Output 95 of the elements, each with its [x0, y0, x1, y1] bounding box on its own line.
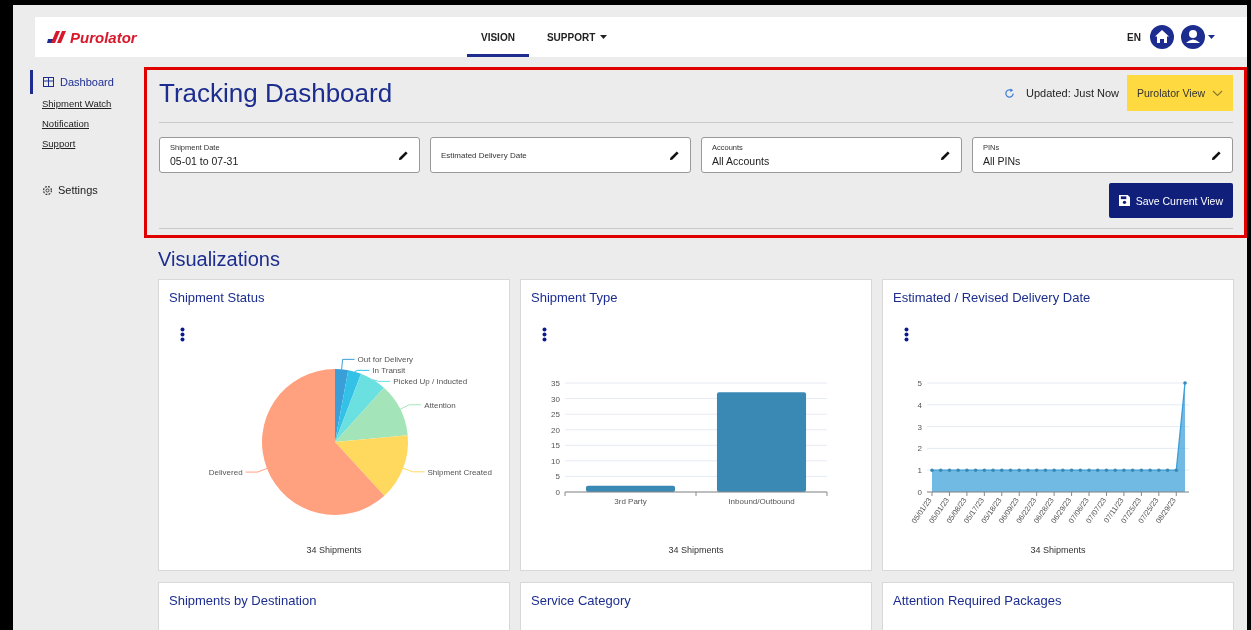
sidebar-link[interactable]: Notification — [42, 118, 89, 129]
pencil-icon[interactable] — [669, 149, 680, 161]
nav-tab[interactable]: VISION — [467, 17, 529, 57]
sidebar-link[interactable]: Support — [42, 138, 76, 149]
data-point — [1078, 468, 1083, 472]
data-point — [930, 468, 934, 472]
axis-tick-label: 2 — [917, 444, 922, 454]
logo-slashes-icon — [47, 30, 69, 44]
data-point — [1130, 468, 1135, 472]
leader-line — [372, 379, 391, 382]
data-point — [1104, 468, 1109, 472]
card-title: Estimated / Revised Delivery Date — [892, 289, 1092, 305]
data-point — [956, 468, 960, 472]
card-footer-text: 34 Shipments — [1029, 545, 1087, 555]
data-point — [1139, 468, 1144, 472]
data-point — [947, 468, 952, 472]
leader-line — [402, 467, 425, 473]
data-point — [1043, 468, 1048, 472]
sidebar-item[interactable]: Dashboard — [30, 70, 114, 94]
data-point — [1034, 468, 1039, 472]
sidebar-item[interactable]: Settings — [42, 184, 98, 196]
axis-tick-label: 0 — [555, 488, 560, 497]
card-title: Shipment Status — [168, 289, 266, 305]
slice-label: Out for Delivery — [357, 355, 414, 365]
chevron-down-icon — [1212, 89, 1223, 97]
axis-tick-label: 25 — [551, 410, 560, 420]
data-point — [1008, 468, 1013, 472]
save-button[interactable]: Save Current View — [1108, 183, 1233, 218]
axis-tick-label: 3rd Party — [614, 497, 647, 506]
axis-tick-label: 30 — [551, 394, 560, 404]
pencil-icon[interactable] — [1211, 149, 1222, 161]
slice-label: Picked Up / Inducted — [393, 377, 468, 387]
card-title: Service Category — [530, 592, 632, 608]
axis-tick-label: Inbound/Outbound — [728, 497, 795, 506]
pencil-icon[interactable] — [398, 149, 409, 161]
gear-icon — [42, 184, 53, 196]
section-heading: Visualizations — [158, 248, 281, 271]
data-point — [973, 468, 978, 472]
data-point — [1061, 468, 1065, 472]
data-point — [1157, 468, 1161, 472]
data-point — [1017, 468, 1022, 472]
axis-tick-label: 20 — [551, 425, 560, 435]
data-point — [1148, 468, 1152, 472]
axis-tick-label: 15 — [551, 441, 560, 451]
axis-tick-label: 1 — [917, 466, 922, 476]
leader-line — [245, 467, 268, 473]
card-footer-text: 34 Shipments — [305, 545, 363, 555]
axis-tick-label: 4 — [917, 400, 922, 410]
card-title: Shipments by Destination — [168, 592, 318, 608]
language-selector[interactable]: EN — [1127, 31, 1141, 43]
data-point — [1095, 468, 1100, 472]
data-point — [1165, 468, 1170, 472]
axis-tick-label: 35 — [551, 379, 560, 388]
data-point — [1183, 381, 1187, 385]
data-point — [1174, 468, 1179, 472]
data-point — [1122, 468, 1126, 472]
data-point — [982, 468, 987, 472]
data-point — [1113, 468, 1117, 472]
data-point — [965, 468, 969, 472]
data-point — [991, 468, 995, 472]
view-dropdown[interactable]: Purolator View — [1127, 75, 1233, 111]
pencil-icon[interactable] — [940, 149, 951, 161]
home-icon[interactable] — [1150, 25, 1174, 49]
nav-tab[interactable]: SUPPORT — [532, 17, 622, 57]
axis-tick-label: 10 — [551, 456, 560, 466]
refresh-icon[interactable] — [1004, 87, 1016, 99]
data-point — [1052, 468, 1056, 472]
data-point — [1026, 468, 1030, 472]
logo-text[interactable]: Purolator — [70, 28, 137, 46]
axis-tick-label: 0 — [917, 488, 922, 497]
leader-line — [399, 404, 422, 410]
filter-field[interactable]: Estimated Delivery Date — [430, 137, 691, 173]
card-title: Attention Required Packages — [892, 592, 1063, 608]
data-point — [1069, 468, 1074, 472]
slice-label: Shipment Created — [427, 467, 492, 477]
kebab-menu-icon[interactable] — [904, 327, 909, 342]
update-status: Updated: Just Now — [1026, 87, 1119, 99]
kebab-menu-icon[interactable] — [542, 327, 547, 342]
data-point — [1000, 468, 1004, 472]
caret-icon[interactable] — [1208, 35, 1215, 39]
data-point — [938, 468, 943, 472]
sidebar-link[interactable]: Shipment Watch — [42, 98, 112, 109]
slice-label: Delivered — [208, 468, 243, 478]
card-footer-text: 34 Shipments — [667, 545, 725, 555]
slice-label: In Transit — [372, 366, 406, 376]
axis-tick-label: 5 — [917, 379, 922, 388]
page-title: Tracking Dashboard — [159, 77, 393, 109]
card-title: Shipment Type — [530, 289, 619, 305]
kebab-menu-icon[interactable] — [180, 327, 185, 342]
user-avatar-icon[interactable] — [1181, 25, 1205, 49]
axis-tick-label: 5 — [555, 472, 560, 482]
axis-tick-label: 3 — [917, 422, 922, 432]
data-point — [1087, 468, 1091, 472]
slice-label: Attention — [424, 400, 456, 410]
layout-icon — [43, 77, 54, 87]
